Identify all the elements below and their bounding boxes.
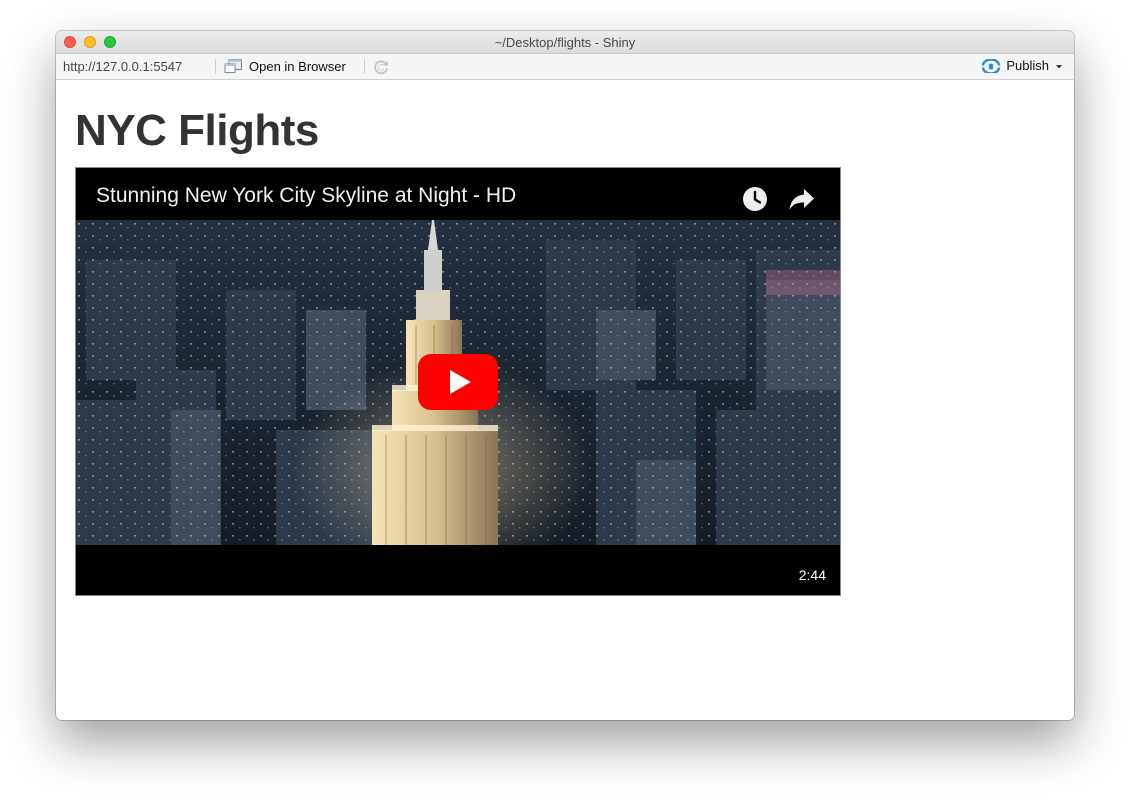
video-title[interactable]: Stunning New York City Skyline at Night … bbox=[96, 184, 516, 208]
open-in-browser-label: Open in Browser bbox=[249, 58, 346, 74]
chevron-down-icon[interactable] bbox=[1054, 62, 1064, 70]
toolbar-divider bbox=[364, 59, 365, 74]
refresh-icon[interactable] bbox=[372, 58, 390, 76]
publish-button[interactable]: Publish bbox=[981, 58, 1064, 73]
video-header: Stunning New York City Skyline at Night … bbox=[76, 168, 840, 220]
video-duration: 2:44 bbox=[798, 567, 826, 583]
url-field[interactable]: http://127.0.0.1:5547 bbox=[63, 59, 182, 74]
publish-label: Publish bbox=[1006, 58, 1049, 73]
browser-icon bbox=[224, 59, 242, 73]
youtube-embed[interactable]: Stunning New York City Skyline at Night … bbox=[75, 167, 841, 596]
share-icon[interactable] bbox=[788, 186, 816, 212]
clock-icon[interactable] bbox=[742, 186, 768, 212]
title-bar: ~/Desktop/flights - Shiny bbox=[56, 31, 1074, 54]
page-title: NYC Flights bbox=[75, 106, 319, 155]
play-icon[interactable] bbox=[418, 354, 498, 410]
app-window: ~/Desktop/flights - Shiny http://127.0.0… bbox=[56, 31, 1074, 720]
open-in-browser-button[interactable]: Open in Browser bbox=[224, 58, 346, 74]
publish-icon bbox=[982, 58, 1001, 73]
toolbar-divider bbox=[215, 59, 216, 74]
viewer-toolbar: http://127.0.0.1:5547 Open in Browser Pu… bbox=[56, 54, 1074, 80]
window-title: ~/Desktop/flights - Shiny bbox=[494, 35, 636, 50]
